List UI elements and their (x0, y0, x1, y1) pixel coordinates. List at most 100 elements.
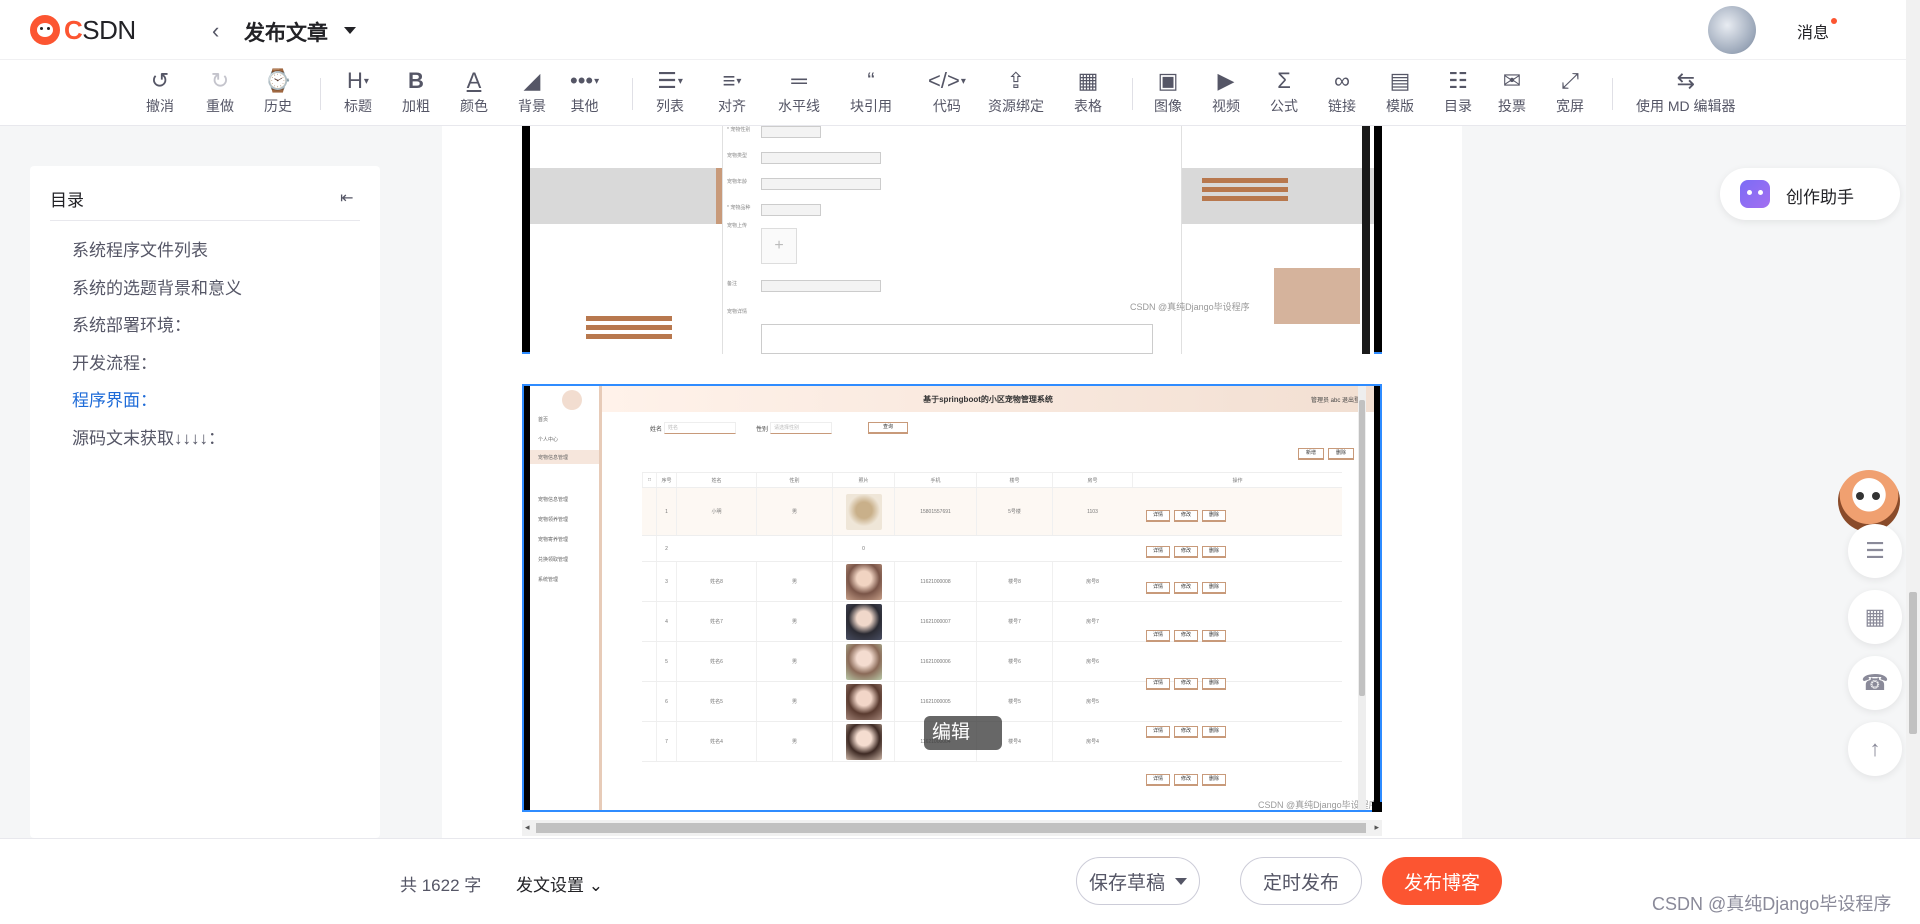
formula-label: 公式 (1270, 98, 1298, 114)
image-table-row: 2 0 (642, 536, 1342, 562)
toc-item[interactable]: 系统的选题背景和意义 (72, 274, 242, 299)
scroll-left-icon[interactable]: ◂ (525, 822, 530, 833)
table-button[interactable]: ▦ 表格 (1074, 68, 1102, 120)
image-row-action: 详情 (1146, 582, 1170, 594)
post-settings-button[interactable]: 发文设置 ⌄ (516, 871, 603, 896)
list-button[interactable]: ☰ ▾ 列表 (656, 68, 684, 120)
toc-icon: ☷ (1448, 68, 1468, 93)
image-row-action: 删除 (1202, 510, 1226, 522)
image-table-header: □ 序号 姓名 性别 照片 手机 楼号 房号 操作 (642, 472, 1342, 488)
image-upload-box: + (761, 228, 797, 264)
vote-button[interactable]: ✉ 投票 (1498, 68, 1526, 120)
page-scroll-thumb[interactable] (1909, 592, 1917, 734)
csdn-logo[interactable]: CSDN (30, 14, 136, 46)
formula-button[interactable]: Σ 公式 (1270, 68, 1298, 120)
undo-button[interactable]: ↺ 撤消 (146, 68, 174, 120)
align-button[interactable]: ≡ ▾ 对齐 (718, 68, 746, 120)
align-label: 对齐 (718, 98, 746, 114)
background-button[interactable]: ◢ 背景 (518, 68, 546, 120)
caret-down-icon (1175, 877, 1187, 885)
heading-label: 标题 (344, 98, 372, 114)
image-nav-item: 宠物领养管理 (538, 517, 569, 523)
video-button[interactable]: ▶ 视频 (1212, 68, 1240, 120)
table-icon: ▦ (1077, 68, 1099, 93)
video-label: 视频 (1212, 98, 1240, 114)
list-icon: ☰ ▾ (657, 68, 683, 93)
image-form-row: 宠物类型 (723, 152, 1183, 164)
image-content: * 宠物性别 宠物类型 宠物年龄 * 宠物品种 宠物上传 + 备注 宠物详情 C… (530, 126, 1374, 354)
heading-button[interactable]: H ▾ 标题 (344, 68, 372, 120)
image-nav-item: 宠物寄养管理 (538, 537, 569, 543)
editor-horizontal-scrollbar[interactable]: ◂ ▸ (522, 820, 1382, 836)
image-table-row: 5 姓名6 男 11621000006 楼号6 房号6 (642, 642, 1342, 682)
horizontal-rule-icon: ═ (791, 68, 807, 93)
image-delete-button: 删除 (1328, 448, 1354, 460)
toc-item[interactable]: 系统程序文件列表 (72, 236, 208, 261)
toc-item[interactable]: 开发流程： (72, 349, 157, 374)
collapse-toc-icon[interactable]: ⇤ (340, 188, 353, 208)
image-row-action: 删除 (1202, 678, 1226, 690)
toc-item-active[interactable]: 程序界面： (72, 386, 157, 411)
redo-label: 重做 (206, 98, 234, 114)
quote-button[interactable]: “ 块引用 (850, 68, 892, 120)
color-button[interactable]: A 颜色 (460, 68, 488, 120)
customer-service-button[interactable]: ☎ (1848, 656, 1902, 710)
image-label: 图像 (1154, 98, 1182, 114)
title-dropdown-caret-icon[interactable] (344, 27, 356, 34)
scroll-thumb[interactable] (536, 823, 1366, 833)
image-resize-handle[interactable] (1372, 802, 1382, 812)
mascot-icon[interactable] (1838, 470, 1900, 532)
qrcode-button[interactable]: ▦ (1848, 590, 1902, 644)
wide-button[interactable]: ⤢ 宽屏 (1556, 68, 1584, 120)
history-button[interactable]: ⌚ 历史 (264, 68, 292, 120)
template-button[interactable]: ▤ 模版 (1386, 68, 1414, 120)
image-nav-item: 宠物信息管理 (538, 497, 569, 503)
assistant-label: 创作助手 (1786, 188, 1854, 207)
image-form-row: * 宠物品种 (723, 204, 1183, 216)
image-form-row: 宠物年龄 (723, 178, 1183, 190)
avatar[interactable] (1708, 6, 1756, 54)
embedded-image-form[interactable]: * 宠物性别 宠物类型 宠物年龄 * 宠物品种 宠物上传 + 备注 宠物详情 C… (522, 126, 1382, 354)
toc-item[interactable]: 源码文末获取↓↓↓↓： (72, 424, 225, 449)
back-to-top-icon: ↑ (1869, 736, 1881, 761)
other-button[interactable]: ••• ▾ 其他 (570, 68, 599, 120)
qrcode-icon: ▦ (1864, 604, 1886, 629)
redo-button[interactable]: ↻ 重做 (206, 68, 234, 120)
coupon-button[interactable]: ☰ (1848, 524, 1902, 578)
redo-icon: ↻ (210, 68, 230, 93)
code-button[interactable]: </> ▾ 代码 (928, 68, 966, 120)
md-editor-button[interactable]: ⇆ 使用 MD 编辑器 (1636, 68, 1736, 120)
save-draft-button[interactable]: 保存草稿 (1076, 857, 1200, 905)
link-button[interactable]: ∞ 链接 (1328, 68, 1356, 120)
image-search-label: 姓名 (650, 427, 663, 433)
image-nav-item: 首页 (538, 417, 549, 423)
image-button[interactable]: ▣ 图像 (1154, 68, 1182, 120)
toc-item[interactable]: 系统部署环境： (72, 311, 191, 336)
resource-button[interactable]: ⇪ 资源绑定 (988, 68, 1044, 120)
coupon-icon: ☰ (1865, 538, 1885, 563)
schedule-button[interactable]: 定时发布 (1240, 857, 1362, 905)
back-arrow-icon[interactable]: ‹ (212, 18, 219, 44)
page-scrollbar[interactable] (1906, 0, 1920, 924)
image-row-action: 修改 (1174, 582, 1198, 594)
image-row-action: 详情 (1146, 678, 1170, 690)
toc-button[interactable]: ☷ 目录 (1444, 68, 1472, 120)
md-editor-label: 使用 MD 编辑器 (1636, 98, 1736, 114)
image-table-row: 3 姓名8 男 11621000008 楼号8 房号8 (642, 562, 1342, 602)
messages-link[interactable]: 消息 (1797, 19, 1829, 43)
undo-icon: ↺ (150, 68, 170, 93)
page-title[interactable]: 发布文章 (244, 17, 328, 47)
image-edit-tooltip[interactable]: 编辑 (924, 716, 1002, 750)
image-decoration (1274, 268, 1360, 324)
publish-button[interactable]: 发布博客 (1382, 857, 1502, 905)
back-to-top-button[interactable]: ↑ (1848, 722, 1902, 776)
resource-label: 资源绑定 (988, 98, 1044, 114)
editor-toolbar: ↺ 撤消 ↻ 重做 ⌚ 历史 H ▾ 标题 B 加粗 A 颜色 ◢ 背景 ••• ▾… (0, 60, 1920, 126)
toc-label: 目录 (1444, 98, 1472, 114)
image-row-action: 修改 (1174, 546, 1198, 558)
bold-button[interactable]: B 加粗 (402, 68, 430, 120)
csdn-mascot-icon (30, 15, 60, 45)
scroll-right-icon[interactable]: ▸ (1374, 822, 1379, 833)
creation-assistant-button[interactable]: 创作助手 (1720, 168, 1900, 220)
hr-button[interactable]: ═ 水平线 (778, 68, 820, 120)
